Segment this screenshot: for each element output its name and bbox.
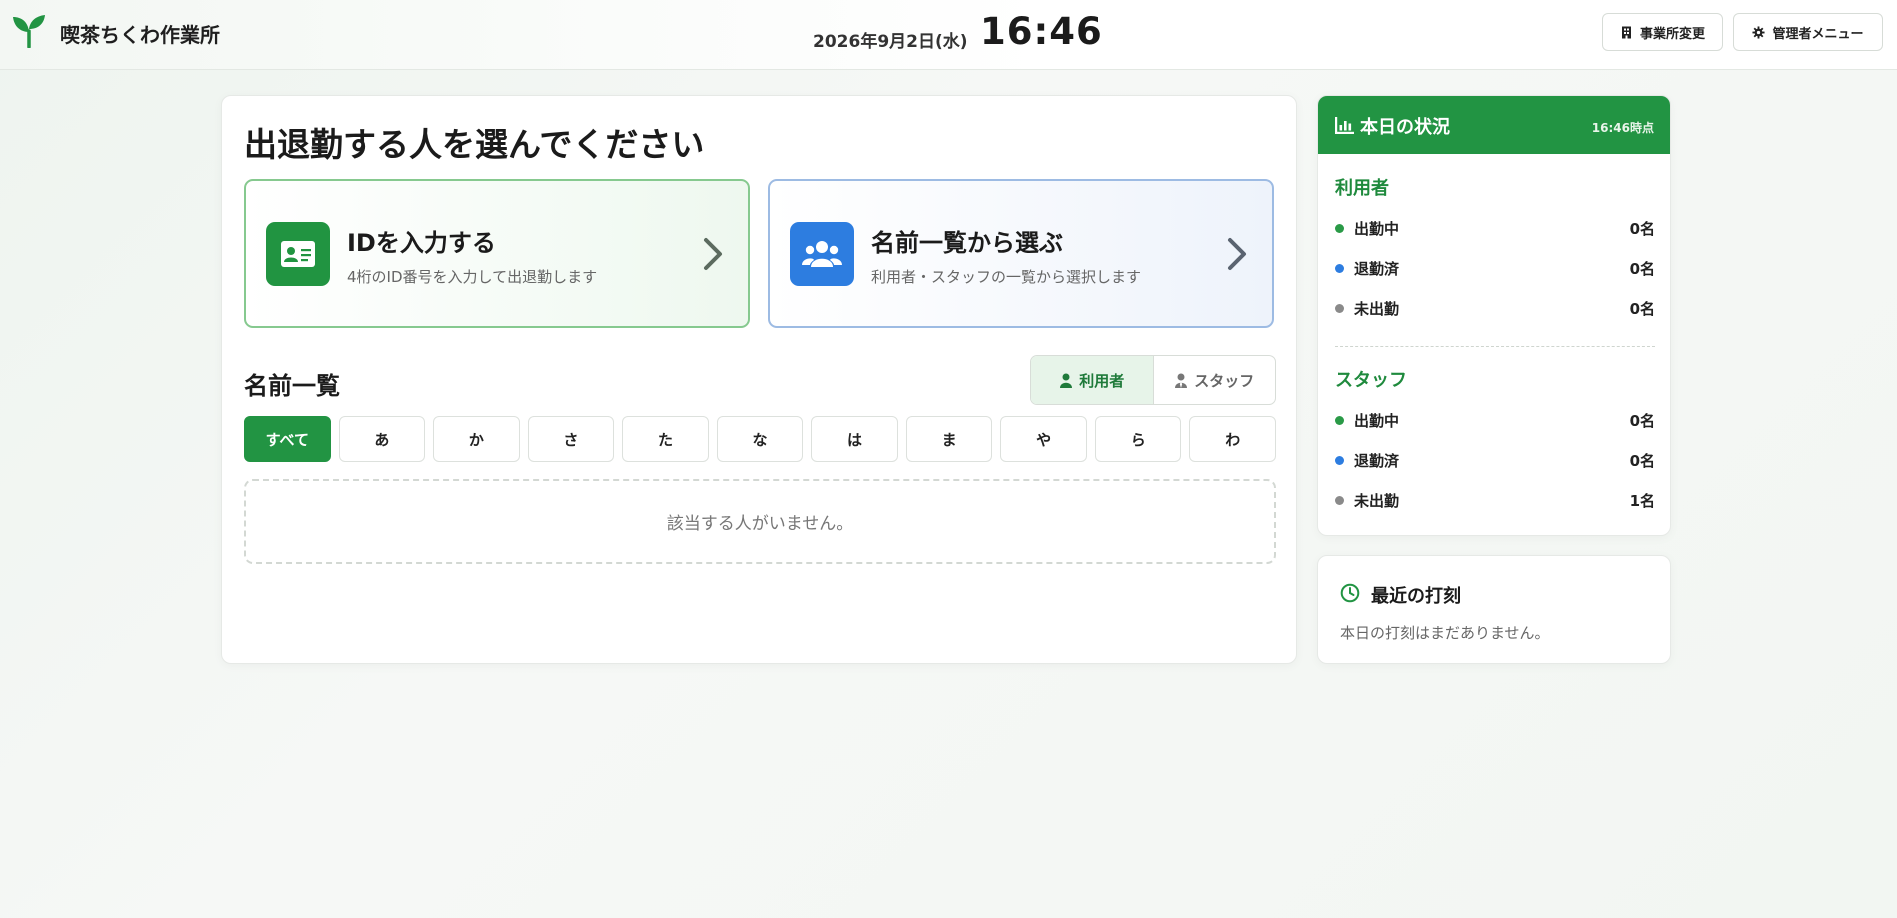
chevron-right-icon — [704, 238, 722, 270]
status-as-of: 16:46時点 — [1591, 121, 1654, 135]
status-dot — [1335, 304, 1344, 313]
status-label: 退勤済 — [1354, 452, 1400, 470]
status-row: 退勤済 0名 — [1335, 449, 1655, 471]
kana-filter-row: すべて あ か さ た な は ま や ら わ — [244, 416, 1277, 462]
status-label: 退勤済 — [1354, 260, 1400, 278]
kana-filter-wa[interactable]: わ — [1189, 416, 1277, 462]
users-section-title: 利用者 — [1335, 178, 1389, 199]
kana-filter-ha[interactable]: は — [811, 416, 898, 462]
gear-icon — [1752, 25, 1766, 39]
status-row: 退勤済 0名 — [1335, 257, 1655, 279]
user-icon — [1060, 373, 1073, 388]
tab-users[interactable]: 利用者 — [1031, 356, 1154, 404]
chevron-right-icon — [1228, 238, 1246, 270]
recent-punches-panel: 最近の打刻 本日の打刻はまだありません。 — [1317, 555, 1671, 664]
id-card-description: 4桁のID番号を入力して出退勤します — [347, 268, 598, 286]
today-status-panel: 本日の状況 16:46時点 利用者 出勤中 0名 退勤済 0名 未出勤 0名 ス… — [1317, 95, 1671, 536]
staff-section-title: スタッフ — [1335, 370, 1407, 391]
recent-punches-title: 最近の打刻 — [1371, 586, 1461, 607]
bar-chart-icon — [1335, 117, 1354, 134]
status-count: 0名 — [1629, 220, 1655, 238]
main-panel: 出退勤する人を選んでください IDを入力する 4桁のID番号を入力して出退勤しま… — [221, 95, 1297, 664]
status-count: 0名 — [1629, 300, 1655, 318]
status-row: 出勤中 0名 — [1335, 409, 1655, 431]
status-label: 未出勤 — [1354, 300, 1400, 318]
sprout-logo-icon — [13, 15, 45, 48]
clock-icon — [1340, 583, 1360, 603]
users-icon-box — [790, 222, 854, 286]
status-header: 本日の状況 16:46時点 — [1318, 96, 1670, 154]
kana-filter-na[interactable]: な — [716, 416, 804, 462]
status-row: 未出勤 1名 — [1335, 489, 1655, 511]
app-header: 喫茶ちくわ作業所 2026年9月2日(水) 16:46 事業所変更 管理者メニュ… — [0, 0, 1897, 70]
kana-filter-a[interactable]: あ — [338, 416, 426, 462]
status-row: 未出勤 0名 — [1335, 297, 1655, 319]
kana-filter-all[interactable]: すべて — [244, 416, 331, 462]
id-input-card[interactable]: IDを入力する 4桁のID番号を入力して出退勤します — [244, 179, 750, 328]
users-icon — [802, 241, 842, 267]
name-list-card[interactable]: 名前一覧から選ぶ 利用者・スタッフの一覧から選択します — [768, 179, 1274, 328]
status-dot — [1335, 264, 1344, 273]
admin-menu-label: 管理者メニュー — [1772, 26, 1864, 42]
staff-icon — [1175, 373, 1188, 388]
status-count: 0名 — [1629, 412, 1655, 430]
change-office-button[interactable]: 事業所変更 — [1602, 13, 1723, 51]
status-dot — [1335, 224, 1344, 233]
id-card-title: IDを入力する — [347, 229, 496, 257]
status-dot — [1335, 496, 1344, 505]
status-title: 本日の状況 — [1360, 117, 1450, 138]
person-type-toggle: 利用者 スタッフ — [1030, 355, 1276, 405]
tab-staff[interactable]: スタッフ — [1154, 356, 1276, 404]
current-time: 16:46 — [980, 10, 1103, 53]
status-dot — [1335, 416, 1344, 425]
tab-staff-label: スタッフ — [1194, 371, 1255, 390]
id-card-icon-box — [266, 222, 330, 286]
empty-list-message: 該当する人がいません。 — [244, 479, 1276, 564]
list-card-description: 利用者・スタッフの一覧から選択します — [871, 268, 1142, 286]
status-count: 0名 — [1629, 260, 1655, 278]
kana-filter-sa[interactable]: さ — [527, 416, 615, 462]
page-title: 出退勤する人を選んでください — [244, 125, 705, 164]
name-list-heading: 名前一覧 — [244, 372, 340, 400]
status-label: 未出勤 — [1354, 492, 1400, 510]
admin-menu-button[interactable]: 管理者メニュー — [1733, 13, 1883, 51]
status-label: 出勤中 — [1354, 220, 1400, 238]
status-count: 0名 — [1629, 452, 1655, 470]
tab-users-label: 利用者 — [1079, 371, 1125, 390]
section-divider — [1335, 346, 1655, 347]
building-icon — [1621, 26, 1631, 38]
status-label: 出勤中 — [1354, 412, 1400, 430]
status-count: 1名 — [1629, 492, 1655, 510]
kana-filter-ta[interactable]: た — [622, 416, 709, 462]
list-card-title: 名前一覧から選ぶ — [871, 229, 1063, 257]
status-dot — [1335, 456, 1344, 465]
change-office-label: 事業所変更 — [1639, 26, 1705, 42]
kana-filter-ya[interactable]: や — [1000, 416, 1087, 462]
kana-filter-ka[interactable]: か — [433, 416, 520, 462]
status-row: 出勤中 0名 — [1335, 217, 1655, 239]
kana-filter-ma[interactable]: ま — [905, 416, 993, 462]
app-title: 喫茶ちくわ作業所 — [60, 23, 220, 47]
current-date: 2026年9月2日(水) — [813, 32, 968, 52]
kana-filter-ra[interactable]: ら — [1094, 416, 1182, 462]
id-card-icon — [281, 241, 315, 267]
recent-punches-empty: 本日の打刻はまだありません。 — [1340, 624, 1550, 642]
